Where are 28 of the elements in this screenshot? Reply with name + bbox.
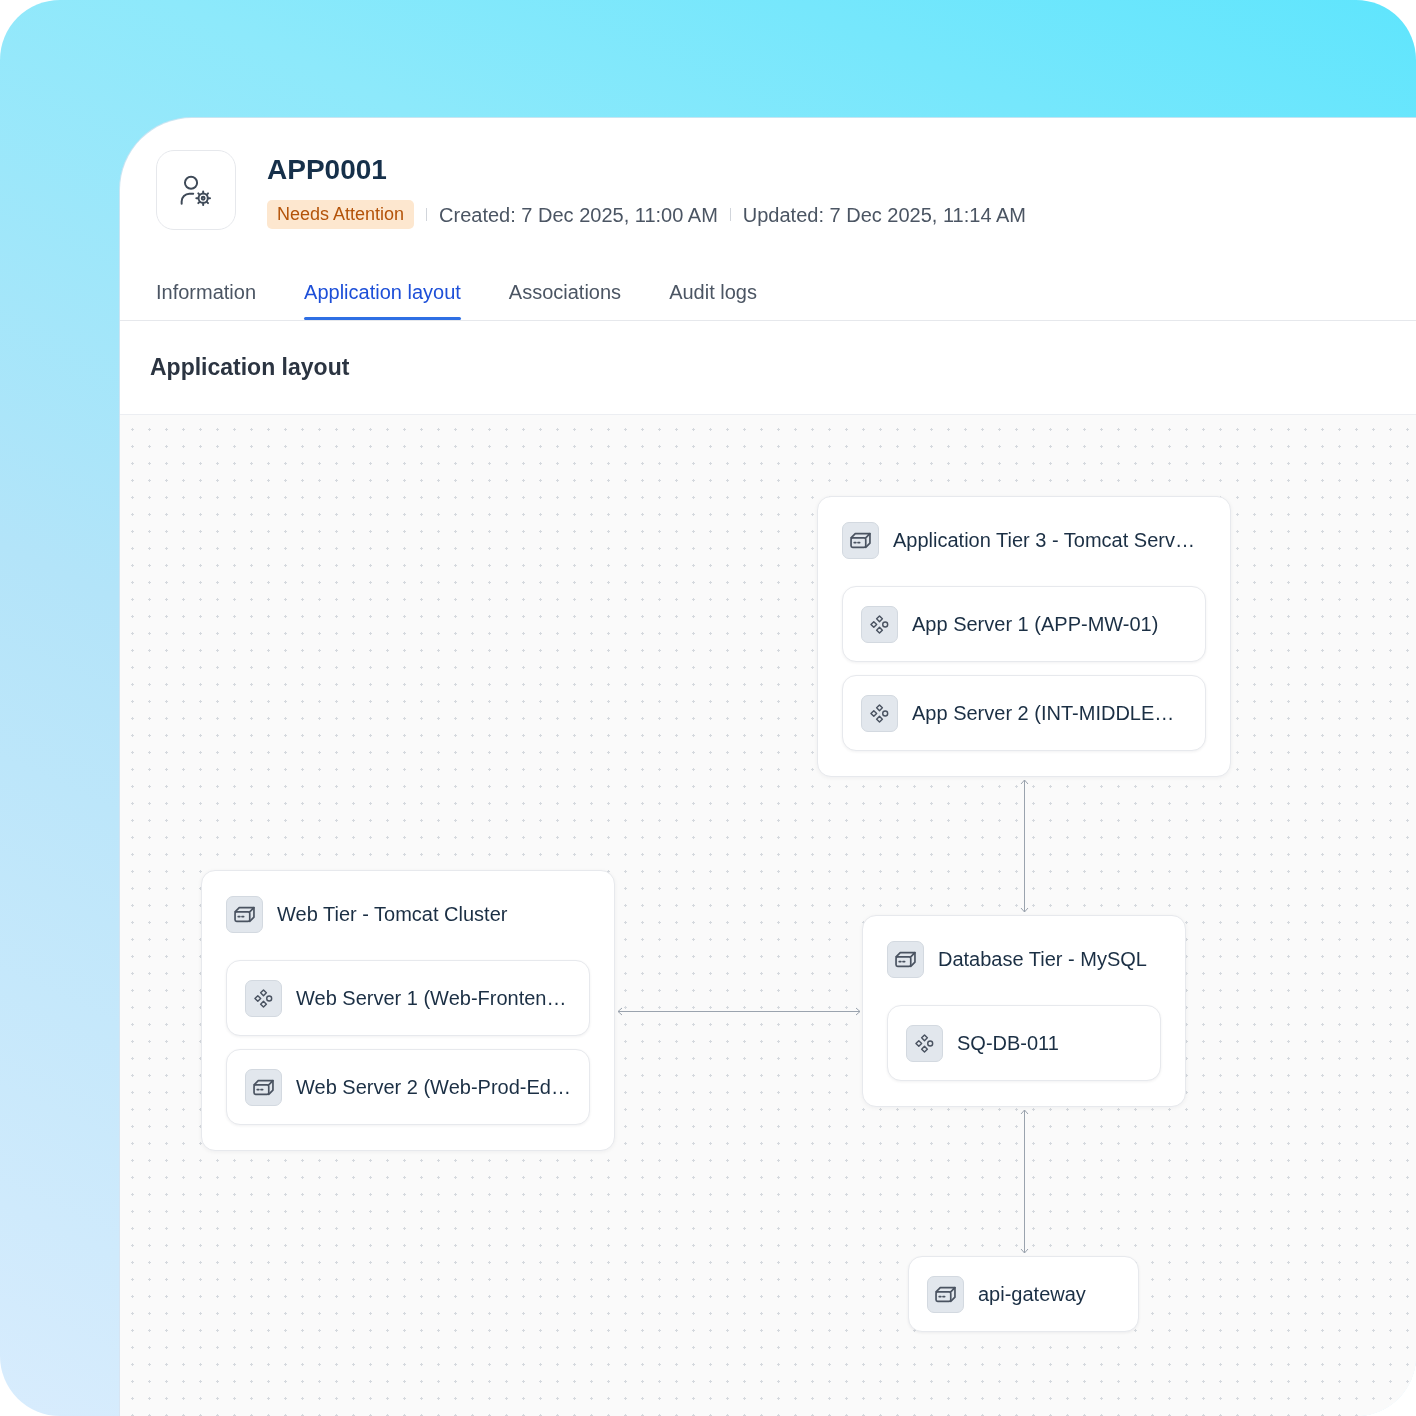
component-icon bbox=[861, 605, 898, 643]
node-label: App Server 2 (INT-MIDDLE… bbox=[912, 701, 1175, 725]
server-icon bbox=[927, 1275, 964, 1313]
node-label: App Server 1 (APP-MW-01) bbox=[912, 612, 1159, 636]
component-icon bbox=[245, 979, 282, 1017]
node-label: Web Server 2 (Web-Prod-Ed… bbox=[296, 1075, 571, 1099]
group-title: Web Tier - Tomcat Cluster bbox=[277, 903, 508, 926]
server-icon bbox=[887, 941, 924, 978]
user-gear-icon bbox=[156, 150, 236, 230]
component-icon bbox=[861, 694, 898, 732]
tab[interactable]: Application layout bbox=[304, 268, 461, 320]
node-label: SQ-DB-011 bbox=[957, 1031, 1059, 1055]
node-label: Web Server 1 (Web-Fronten… bbox=[296, 986, 567, 1010]
server-icon bbox=[245, 1068, 282, 1106]
group-title: Application Tier 3 - Tomcat Serv… bbox=[893, 529, 1195, 552]
timestamp-text: Created: 7 Dec 2025, 11:00 AM bbox=[439, 202, 718, 227]
component-icon bbox=[906, 1024, 943, 1062]
node-label: api-gateway bbox=[978, 1282, 1086, 1306]
status-badge: Needs Attention bbox=[267, 200, 415, 229]
timestamp-text: Updated: 7 Dec 2025, 11:14 AM bbox=[742, 202, 1026, 227]
server-icon bbox=[226, 896, 263, 933]
tab[interactable]: Audit logs bbox=[669, 268, 757, 320]
section-title: Application layout bbox=[150, 354, 350, 381]
tab[interactable]: Associations bbox=[508, 268, 622, 320]
app-title: APP0001 bbox=[267, 153, 388, 187]
server-icon bbox=[842, 522, 879, 559]
group-title: Database Tier - MySQL bbox=[938, 948, 1147, 971]
tab[interactable]: Information bbox=[156, 268, 257, 320]
